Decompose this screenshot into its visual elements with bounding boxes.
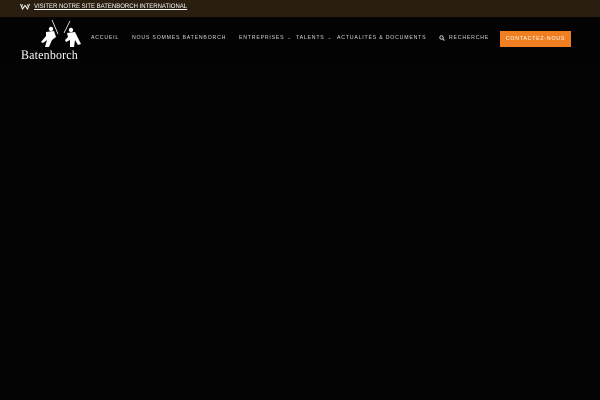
chevron-down-icon: ⌄: [327, 34, 333, 40]
top-bar: Visiter notre site Batenborch Internatio…: [0, 0, 600, 17]
nav-item-search[interactable]: Recherche: [439, 35, 489, 41]
international-site-link[interactable]: Visiter notre site Batenborch Internatio…: [20, 3, 187, 10]
samurai-logo-icon: [41, 20, 81, 47]
nav-item-nous-sommes[interactable]: Nous sommes Batenborch: [132, 35, 226, 41]
nav-item-label: Actualités & Documents: [337, 35, 427, 41]
nav-item-label: Accueil: [91, 35, 120, 41]
search-icon: [439, 35, 445, 41]
nav-item-talents[interactable]: Talents ⌄: [296, 35, 332, 41]
w-logo-icon: [20, 3, 30, 10]
site-header: Batenborch Accueil Nous sommes Batenborc…: [0, 17, 600, 67]
contact-button[interactable]: Contactez-nous: [500, 31, 571, 47]
chevron-down-icon: ⌄: [287, 34, 292, 40]
nav-item-label: Entreprises: [239, 35, 285, 41]
nav-item-label: Nous sommes Batenborch: [132, 35, 227, 41]
page: Visiter notre site Batenborch Internatio…: [0, 0, 600, 400]
nav-item-accueil[interactable]: Accueil: [91, 35, 119, 41]
nav-item-entreprises[interactable]: Entreprises ⌄: [239, 35, 292, 41]
logo-wordmark: Batenborch: [21, 47, 78, 62]
nav-item-label: Recherche: [449, 35, 490, 41]
nav-item-label: Talents: [296, 35, 325, 41]
international-site-link-label: Visiter notre site Batenborch Internatio…: [34, 3, 188, 10]
site-logo[interactable]: Batenborch: [20, 20, 102, 64]
hero-area: [0, 67, 600, 400]
nav-item-actualites[interactable]: Actualités & Documents: [337, 35, 426, 41]
